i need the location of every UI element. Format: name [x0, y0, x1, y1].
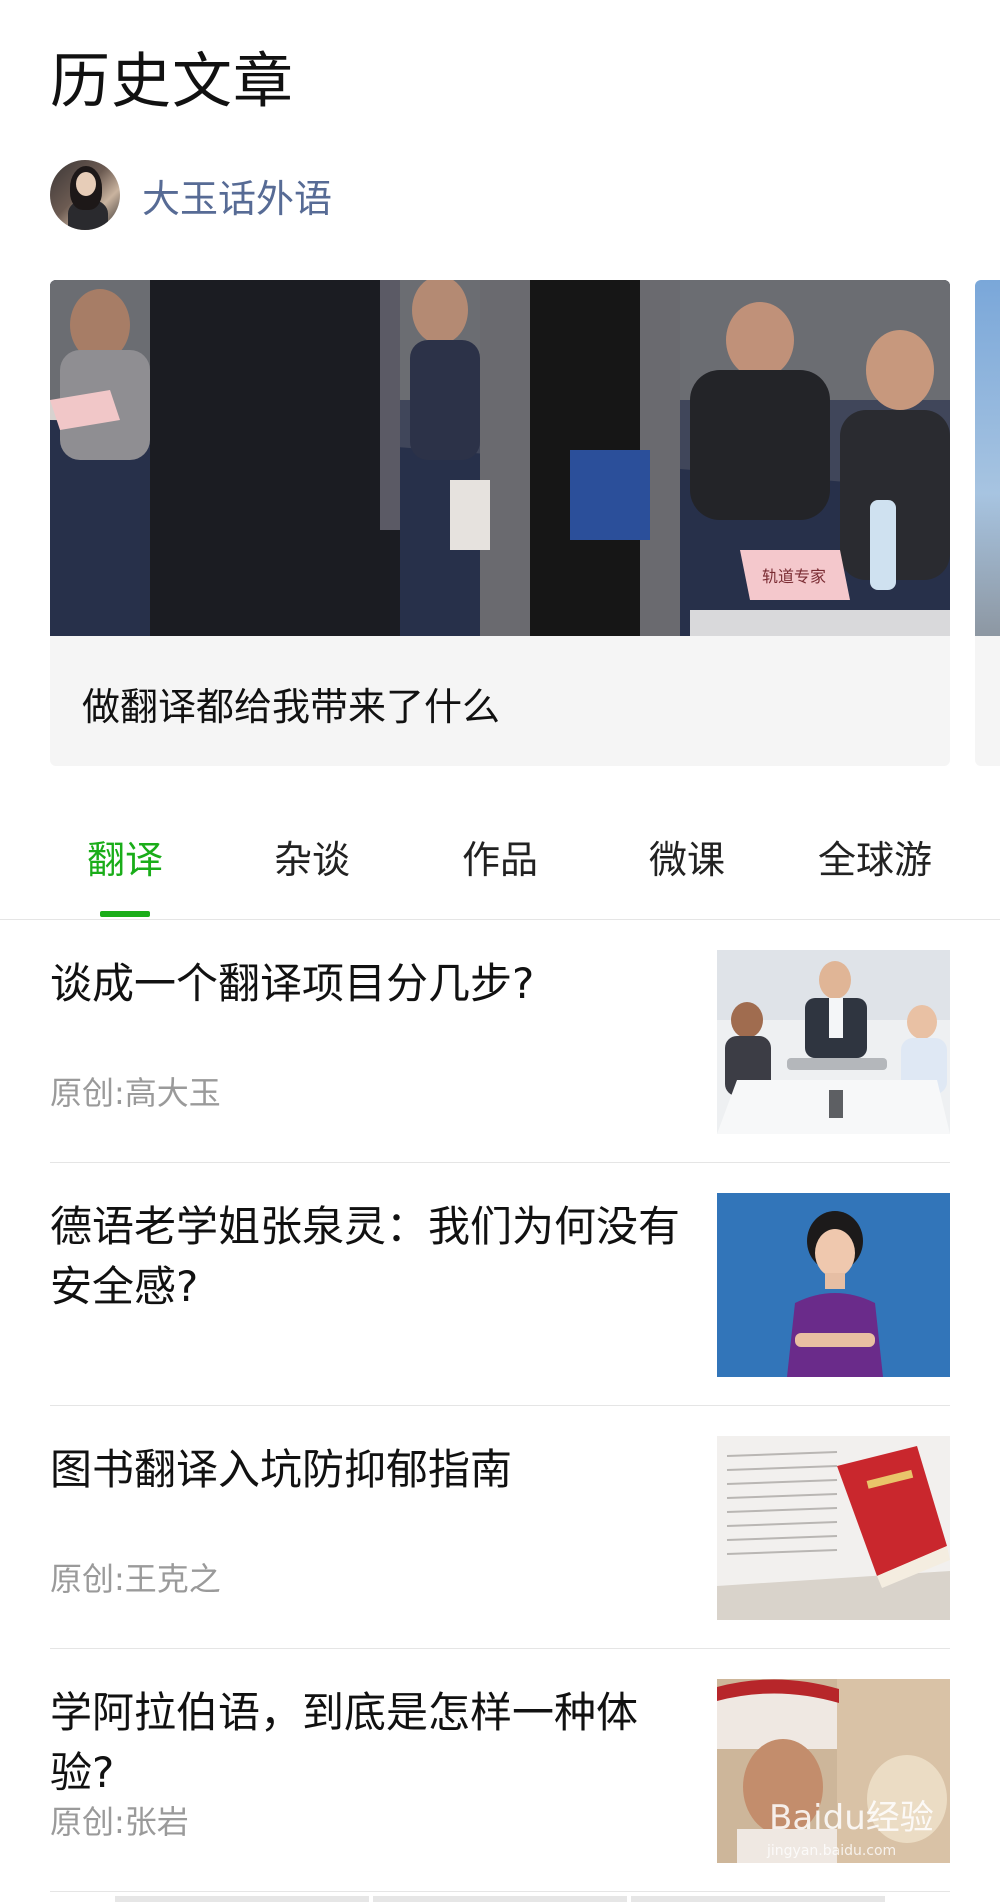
tab-weike[interactable]: 微课 [612, 820, 762, 920]
tab-zatan[interactable]: 杂谈 [237, 820, 387, 920]
article-title[interactable]: 德语老学姐张泉灵：我们为何没有安全感? [50, 1197, 690, 1317]
article-thumbnail[interactable] [717, 950, 950, 1134]
svg-text:Baidu经验: Baidu经验 [769, 1798, 934, 1838]
bottom-indicator [115, 1896, 885, 1902]
featured-article-title[interactable]: 做翻译都给我带来了什么 [82, 676, 500, 731]
article-item[interactable]: 德语老学姐张泉灵：我们为何没有安全感? [50, 1163, 950, 1406]
account-row[interactable]: 大玉话外语 [50, 160, 332, 230]
article-title[interactable]: 图书翻译入坑防抑郁指南 [50, 1440, 690, 1500]
tab-fanyi[interactable]: 翻译 [50, 820, 200, 920]
article-item[interactable]: 谈成一个翻译项目分几步? 原创:高大玉 [50, 920, 950, 1163]
svg-text:轨道专家: 轨道专家 [762, 567, 826, 586]
next-featured-card[interactable] [975, 280, 1000, 766]
featured-article-card[interactable]: 轨道专家 做翻译都给我带来了什么 [50, 280, 950, 766]
account-name[interactable]: 大玉话外语 [142, 168, 332, 223]
article-source: 原创:张岩 [50, 1803, 189, 1841]
featured-article-image: 轨道专家 [50, 280, 950, 636]
article-item[interactable]: 图书翻译入坑防抑郁指南 原创:王克之 [50, 1406, 950, 1649]
active-tab-indicator [100, 911, 150, 917]
category-tabs: 翻译 杂谈 作品 微课 全球游 [0, 820, 1000, 920]
page-title: 历史文章 [50, 47, 294, 117]
article-title[interactable]: 学阿拉伯语，到底是怎样一种体验? [50, 1683, 690, 1803]
svg-text:jingyan.baidu.com: jingyan.baidu.com [766, 1843, 896, 1859]
article-thumbnail[interactable] [717, 1436, 950, 1620]
tab-zuopin[interactable]: 作品 [425, 820, 575, 920]
article-thumbnail[interactable] [717, 1193, 950, 1377]
article-source: 原创:高大玉 [50, 1074, 221, 1112]
article-thumbnail[interactable]: Baidu经验 jingyan.baidu.com [717, 1679, 950, 1863]
article-source: 原创:王克之 [50, 1560, 221, 1598]
tab-quanqiuyou[interactable]: 全球游 [800, 820, 950, 920]
avatar[interactable] [50, 160, 120, 230]
article-title[interactable]: 谈成一个翻译项目分几步? [50, 954, 690, 1014]
article-item[interactable]: 学阿拉伯语，到底是怎样一种体验? 原创:张岩 Baidu经验 jingyan.b… [50, 1649, 950, 1892]
